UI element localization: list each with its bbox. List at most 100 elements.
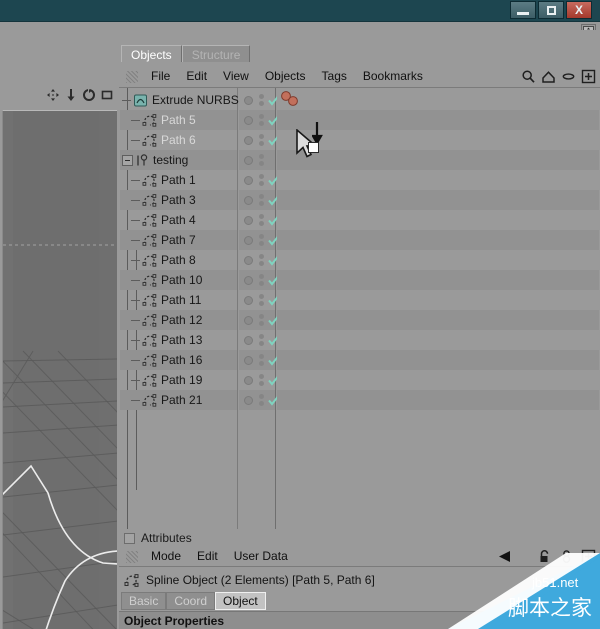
tree-item-path-4[interactable]: Path 4 <box>120 210 237 230</box>
enable-toggle-icon[interactable] <box>244 95 253 105</box>
menu-bookmarks[interactable]: Bookmarks <box>355 66 431 87</box>
tab-basic[interactable]: Basic <box>121 592 167 610</box>
enable-toggle-icon[interactable] <box>244 115 253 125</box>
attributes-menu-edit[interactable]: Edit <box>189 546 226 567</box>
visibility-dots-icon[interactable] <box>259 354 264 366</box>
attributes-checkbox[interactable] <box>124 532 135 544</box>
move-icon[interactable] <box>46 88 60 102</box>
menu-edit[interactable]: Edit <box>178 66 215 87</box>
visibility-dots-icon[interactable] <box>259 154 264 166</box>
enable-toggle-icon[interactable] <box>244 275 253 285</box>
tab-coord[interactable]: Coord <box>166 592 216 610</box>
tag-row[interactable] <box>277 190 599 210</box>
tag-row[interactable] <box>277 310 599 330</box>
visibility-dots-icon[interactable] <box>259 134 264 146</box>
tree-item-path-7[interactable]: Path 7 <box>120 230 237 250</box>
tag-row[interactable] <box>277 350 599 370</box>
scale-icon[interactable] <box>64 88 78 102</box>
visibility-dots-icon[interactable] <box>259 234 264 246</box>
enable-toggle-icon[interactable] <box>244 135 253 145</box>
visibility-row[interactable] <box>239 250 279 270</box>
visibility-row[interactable] <box>239 330 279 350</box>
enable-toggle-icon[interactable] <box>244 315 253 325</box>
tag-row[interactable] <box>277 170 599 190</box>
visibility-row[interactable] <box>239 230 279 250</box>
tag-row[interactable] <box>277 290 599 310</box>
tag-icons-group[interactable] <box>280 90 302 110</box>
visibility-dots-icon[interactable] <box>259 194 264 206</box>
object-tree[interactable]: Extrude NURBS Path 5 Path 6 testing Path… <box>120 88 239 530</box>
tree-item-path-21[interactable]: Path 21 <box>120 390 237 410</box>
link-icon[interactable] <box>559 549 574 564</box>
menubar-grip-icon[interactable] <box>126 70 138 83</box>
visibility-dots-icon[interactable] <box>259 374 264 386</box>
tree-item-path-11[interactable]: Path 11 <box>120 290 237 310</box>
tree-item-path-13[interactable]: Path 13 <box>120 330 237 350</box>
visibility-dots-icon[interactable] <box>259 394 264 406</box>
search-icon[interactable] <box>521 69 536 84</box>
enable-toggle-icon[interactable] <box>244 175 253 185</box>
tag-row[interactable] <box>277 270 599 290</box>
tree-item-path-5[interactable]: Path 5 <box>120 110 237 130</box>
visibility-dots-icon[interactable] <box>259 254 264 266</box>
visibility-row[interactable] <box>239 130 279 150</box>
visibility-row[interactable] <box>239 310 279 330</box>
plus-box-icon[interactable] <box>581 549 596 564</box>
enable-toggle-icon[interactable] <box>244 195 253 205</box>
visibility-dots-icon[interactable] <box>259 294 264 306</box>
menu-tags[interactable]: Tags <box>314 66 355 87</box>
tag-row[interactable] <box>277 130 599 150</box>
plus-box-icon[interactable] <box>581 69 596 84</box>
enable-toggle-icon[interactable] <box>244 395 253 405</box>
tag-row[interactable] <box>277 210 599 230</box>
enable-toggle-icon[interactable] <box>244 295 253 305</box>
visibility-row[interactable] <box>239 270 279 290</box>
visibility-row[interactable] <box>239 350 279 370</box>
tag-row[interactable] <box>277 150 599 170</box>
enable-toggle-icon[interactable] <box>244 335 253 345</box>
visibility-row[interactable] <box>239 190 279 210</box>
tag-row[interactable] <box>277 390 599 410</box>
menu-view[interactable]: View <box>215 66 257 87</box>
visibility-dots-icon[interactable] <box>259 114 264 126</box>
tree-item-path-12[interactable]: Path 12 <box>120 310 237 330</box>
material-tag-icon[interactable] <box>280 90 302 110</box>
attributes-menu-user-data[interactable]: User Data <box>226 546 296 567</box>
visibility-dots-icon[interactable] <box>259 334 264 346</box>
tree-item-path-6[interactable]: Path 6 <box>120 130 237 150</box>
visibility-row[interactable] <box>239 150 275 170</box>
visibility-row[interactable] <box>239 110 279 130</box>
tab-objects[interactable]: Objects <box>121 45 182 62</box>
eye-icon[interactable] <box>561 69 576 84</box>
back-arrow-icon[interactable] <box>496 549 514 564</box>
visibility-dots-icon[interactable] <box>259 274 264 286</box>
visibility-dots-icon[interactable] <box>259 214 264 226</box>
tag-row[interactable] <box>277 250 599 270</box>
tag-column[interactable] <box>277 88 599 530</box>
tree-item-extrude-nurbs[interactable]: Extrude NURBS <box>120 90 239 110</box>
tag-row[interactable] <box>277 110 599 130</box>
tree-collapse-toggle[interactable] <box>122 154 133 166</box>
visibility-row[interactable] <box>239 210 279 230</box>
tag-row[interactable] <box>277 90 599 110</box>
tag-row[interactable] <box>277 370 599 390</box>
enable-toggle-icon[interactable] <box>244 235 253 245</box>
tree-item-path-16[interactable]: Path 16 <box>120 350 237 370</box>
tree-item-path-3[interactable]: Path 3 <box>120 190 237 210</box>
home-icon[interactable] <box>541 69 556 84</box>
attributes-menu-mode[interactable]: Mode <box>143 546 189 567</box>
enable-toggle-icon[interactable] <box>244 355 253 365</box>
visibility-dots-icon[interactable] <box>259 174 264 186</box>
tag-row[interactable] <box>277 230 599 250</box>
tab-object[interactable]: Object <box>215 592 266 610</box>
enable-toggle-icon[interactable] <box>244 155 253 165</box>
enable-toggle-icon[interactable] <box>244 375 253 385</box>
tree-item-path-8[interactable]: Path 8 <box>120 250 237 270</box>
visibility-row[interactable] <box>239 170 279 190</box>
enable-toggle-icon[interactable] <box>244 215 253 225</box>
viewport-3d[interactable] <box>2 110 117 629</box>
visibility-row[interactable] <box>239 390 279 410</box>
rotate-icon[interactable] <box>82 88 96 102</box>
attributes-grip-icon[interactable] <box>126 550 138 563</box>
menu-objects[interactable]: Objects <box>257 66 314 87</box>
